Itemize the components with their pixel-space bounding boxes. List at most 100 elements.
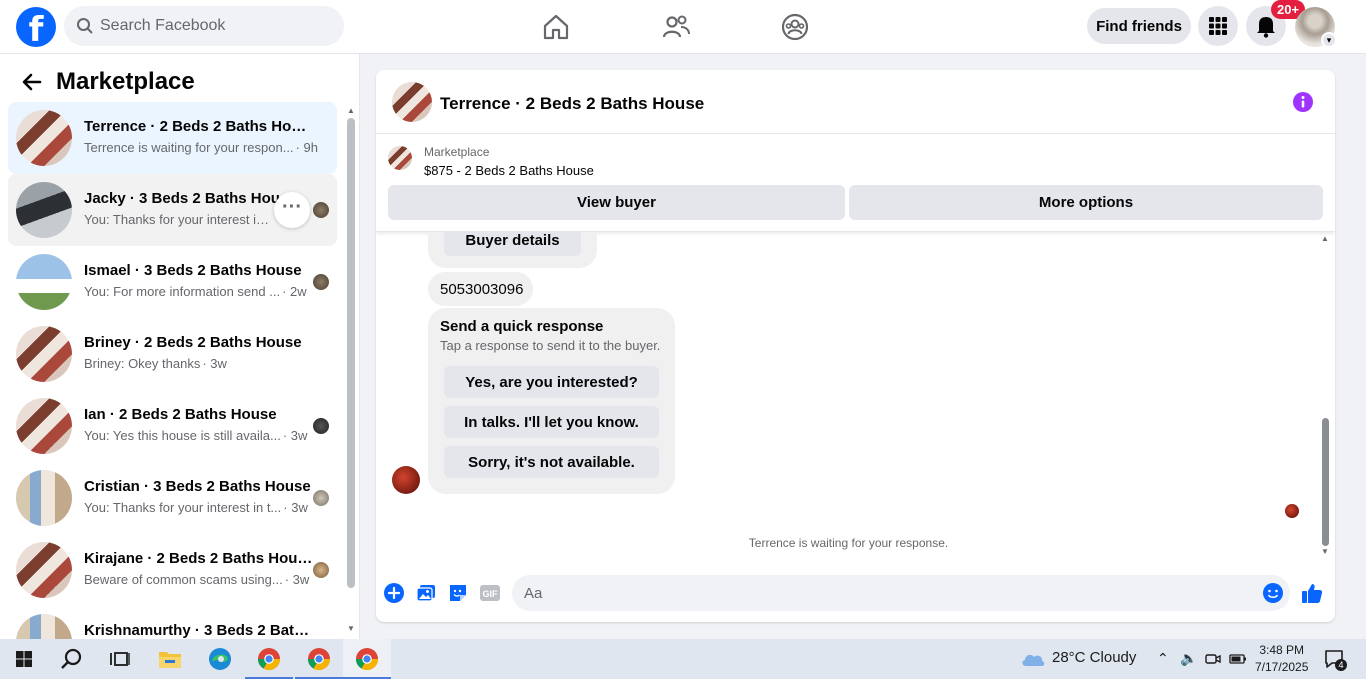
clock-time: 3:48 PM [1259,643,1305,657]
conversation-title: Krishnamurthy · 3 Beds 2 Bath... [84,622,314,639]
conversation-item[interactable]: Cristian · 3 Beds 2 Baths House You: Tha… [8,462,337,534]
sidebar-scrollbar[interactable] [347,118,355,588]
conversation-item[interactable]: Kirajane · 2 Beds 2 Baths House Beware o… [8,534,337,606]
chat-panel: Terrence · 2 Beds 2 Baths House Marketpl… [376,70,1335,622]
photo-icon[interactable] [415,582,437,604]
chat-scrollbar[interactable] [1322,418,1329,546]
conversation-title: Ian · 2 Beds 2 Baths House [84,406,277,423]
conversation-item[interactable]: Terrence · 2 Beds 2 Baths House Terrence… [8,102,337,174]
chevron-up-icon[interactable]: ⌃ [1157,650,1169,667]
chrome-icon[interactable] [255,645,283,673]
quick-response-button[interactable]: Yes, are you interested? [444,366,659,398]
scroll-up-icon[interactable]: ▲ [347,106,355,115]
more-options-button[interactable]: More options [849,185,1323,220]
conversation-time: · 9h [295,140,318,155]
conversation-item[interactable]: Jacky · 3 Beds 2 Baths House You: Thanks… [8,174,337,246]
battery-icon[interactable] [1229,651,1247,667]
listing-price-title[interactable]: $875 - 2 Beds 2 Baths House [424,163,594,178]
notification-count-badge: 4 [1335,659,1347,671]
chevron-down-icon[interactable]: ▾ [1321,32,1337,48]
chrome-icon[interactable] [353,645,381,673]
quick-response-button[interactable]: Sorry, it's not available. [444,446,659,478]
scroll-up-icon[interactable]: ▲ [1321,234,1329,243]
more-options-button[interactable]: ··· [274,192,310,228]
find-friends-button[interactable]: Find friends [1087,8,1191,44]
quick-response-button[interactable]: In talks. I'll let you know. [444,406,659,438]
info-icon[interactable] [1293,92,1313,112]
conversation-list: Terrence · 2 Beds 2 Baths House Terrence… [8,102,338,639]
conversation-time: · 3w [284,572,310,587]
listing-thumbnail [16,182,72,238]
chrome-icon[interactable] [305,645,333,673]
conversation-time: · 2w [282,284,307,299]
seen-avatar [313,418,329,434]
seen-avatar [313,274,329,290]
listing-thumbnail[interactable] [388,146,412,170]
chat-avatar[interactable] [392,82,432,122]
sender-avatar[interactable] [392,466,420,494]
page-title: Marketplace [56,68,195,95]
friends-icon[interactable] [661,12,691,42]
listing-thumbnail [16,254,72,310]
seen-avatar [313,490,329,506]
search-box[interactable] [64,6,344,46]
scroll-down-icon[interactable]: ▼ [347,624,355,633]
listing-source: Marketplace [424,145,490,159]
search-icon[interactable] [58,645,86,673]
phone-bubble: 5053003096 [428,272,533,306]
back-arrow-icon[interactable] [20,70,44,94]
conversation-snippet: Briney: Okey thanks · 3w [84,356,227,371]
seen-avatar [313,562,329,578]
file-explorer-icon[interactable] [156,645,184,673]
quick-response-title: Send a quick response [440,318,604,335]
menu-button[interactable] [1198,6,1238,46]
conversation-title: Briney · 2 Beds 2 Baths House [84,334,302,351]
conversation-snippet: You: Thanks for your interest in t... [84,212,274,227]
conversation-item[interactable]: Ian · 2 Beds 2 Baths House You: Yes this… [8,390,337,462]
listing-summary: Marketplace $875 - 2 Beds 2 Baths House … [376,134,1335,232]
quick-response-subtitle: Tap a response to send it to the buyer. [440,338,661,353]
chat-title[interactable]: Terrence · 2 Beds 2 Baths House [440,94,704,114]
windows-start-icon[interactable] [10,645,38,673]
conversation-title: Ismael · 3 Beds 2 Baths House [84,262,302,279]
conversation-title: Kirajane · 2 Beds 2 Baths House [84,550,314,567]
facebook-logo-icon[interactable]: f [16,7,56,47]
marketplace-inbox-panel: Marketplace Terrence · 2 Beds 2 Baths Ho… [0,54,360,639]
sticker-icon[interactable] [447,582,469,604]
speaker-icon[interactable]: 🔈 [1180,650,1197,667]
conversation-snippet: You: Thanks for your interest in t... · 3… [84,500,308,515]
gif-icon[interactable]: GIF [479,582,501,604]
taskbar-clock[interactable]: 3:48 PM 7/17/2025 [1255,642,1308,676]
listing-thumbnail [16,398,72,454]
conversation-time: · 3w [283,500,308,515]
conversation-time: · 3w [282,428,308,443]
conversation-title: Terrence · 2 Beds 2 Baths House [84,118,314,135]
task-view-icon[interactable] [106,645,134,673]
meet-now-icon[interactable] [1205,651,1221,667]
listing-thumbnail [16,614,72,639]
weather-status[interactable]: 28°C Cloudy [1052,649,1136,666]
conversation-item[interactable]: Krishnamurthy · 3 Beds 2 Bath... [8,606,337,639]
listing-thumbnail [16,470,72,526]
conversation-item[interactable]: Ismael · 3 Beds 2 Baths House You: For m… [8,246,337,318]
plus-icon[interactable] [383,582,405,604]
emoji-icon[interactable] [1262,582,1284,604]
message-input[interactable] [512,575,1290,611]
windows-taskbar: 28°C Cloudy ⌃ 🔈 3:48 PM 7/17/2025 4 [0,639,1366,679]
listing-thumbnail [16,326,72,382]
menu-grid-icon [1209,17,1227,35]
search-input[interactable] [100,6,330,46]
like-icon[interactable] [1301,582,1323,604]
buyer-details-bubble: Buyer details [428,232,597,268]
buyer-details-button[interactable]: Buyer details [444,232,581,256]
groups-icon[interactable] [780,12,810,42]
edge-browser-icon[interactable] [206,645,234,673]
message-composer: GIF [376,570,1335,616]
conversation-item[interactable]: Briney · 2 Beds 2 Baths House Briney: Ok… [8,318,337,390]
home-icon[interactable] [541,12,571,42]
svg-text:GIF: GIF [483,589,499,599]
view-buyer-button[interactable]: View buyer [388,185,845,220]
scroll-down-icon[interactable]: ▼ [1321,547,1329,556]
conversation-snippet: Beware of common scams using... · 3w [84,572,310,587]
quick-response-bubble: Send a quick response Tap a response to … [428,308,675,494]
